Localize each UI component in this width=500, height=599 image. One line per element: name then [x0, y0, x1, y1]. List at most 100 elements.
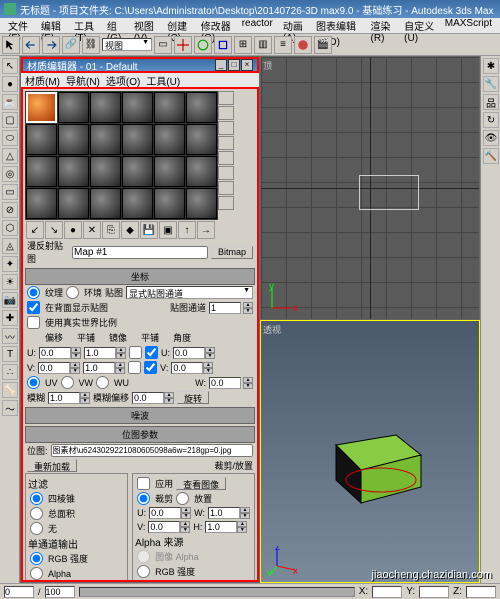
spacewarp-icon[interactable]: 〜: [2, 400, 18, 416]
modify-panel-icon[interactable]: 🔧: [483, 76, 499, 92]
sample-slot-22[interactable]: [122, 188, 153, 219]
sample-slot-20[interactable]: [58, 188, 89, 219]
light-icon[interactable]: ☀: [2, 274, 18, 290]
sample-slot-17[interactable]: [154, 156, 185, 187]
u-angle-input[interactable]: [173, 347, 205, 359]
make-copy-icon[interactable]: ⎘: [102, 221, 120, 239]
tube-icon[interactable]: ⊘: [2, 202, 18, 218]
sample-slot-15[interactable]: [90, 156, 121, 187]
undo-icon[interactable]: [22, 36, 40, 54]
blur-offset-input[interactable]: [132, 392, 164, 404]
menu-file[interactable]: 文件(F): [4, 18, 35, 33]
alpha-rgb-radio[interactable]: [137, 565, 150, 578]
pyramid-icon[interactable]: ◬: [2, 238, 18, 254]
menu-group[interactable]: 组(G): [103, 18, 128, 33]
sphere-icon[interactable]: ●: [2, 76, 18, 92]
minimize-button[interactable]: _: [215, 59, 227, 71]
sample-slot-1[interactable]: [26, 92, 57, 123]
wireframe-box[interactable]: [359, 175, 419, 210]
mono-alpha-radio[interactable]: [30, 567, 43, 580]
timeline-slider[interactable]: [79, 587, 355, 597]
menu-edit[interactable]: 编辑(E): [37, 18, 68, 33]
put-to-library-icon[interactable]: 💾: [140, 221, 158, 239]
mat-menu-navigate[interactable]: 导航(N): [66, 73, 100, 87]
show-end-result-icon[interactable]: ▣: [159, 221, 177, 239]
create-panel-icon[interactable]: ✱: [483, 58, 499, 74]
selection-filter-dropdown[interactable]: 视图: [102, 38, 152, 51]
wu-radio[interactable]: [96, 376, 109, 389]
timeline-start-input[interactable]: [4, 586, 34, 598]
snap-icon[interactable]: ⊞: [234, 36, 252, 54]
rotate-button[interactable]: 旋转: [177, 391, 209, 404]
menu-create[interactable]: 创建(C): [163, 18, 195, 33]
blur-input[interactable]: [48, 392, 80, 404]
unlink-icon[interactable]: ⛓: [82, 36, 100, 54]
sample-slot-3[interactable]: [90, 92, 121, 123]
align-icon[interactable]: ≡: [274, 36, 292, 54]
filter-pyramid-radio[interactable]: [30, 492, 43, 505]
menu-graph[interactable]: 图表编辑器(D): [312, 18, 365, 33]
perspective-viewport[interactable]: 透视 xyz: [260, 320, 480, 584]
bone-icon[interactable]: 🦴: [2, 382, 18, 398]
crop-h-input[interactable]: [205, 521, 237, 533]
uv-tiling-icon[interactable]: [218, 136, 234, 150]
put-to-scene-icon[interactable]: ↘: [45, 221, 63, 239]
sample-slot-14[interactable]: [58, 156, 89, 187]
preview-icon[interactable]: [218, 166, 234, 180]
mat-menu-options[interactable]: 选项(O): [106, 73, 140, 87]
crop-v-input[interactable]: [148, 521, 180, 533]
render-icon[interactable]: 🎬: [314, 36, 332, 54]
options-icon[interactable]: [218, 181, 234, 195]
link-icon[interactable]: 🔗: [62, 36, 80, 54]
spline-icon[interactable]: 〰: [2, 328, 18, 344]
maximize-button[interactable]: □: [228, 59, 240, 71]
assign-to-selection-icon[interactable]: ●: [64, 221, 82, 239]
move-icon[interactable]: [174, 36, 192, 54]
menu-customize[interactable]: 自定义(U): [400, 18, 439, 33]
coord-y-input[interactable]: [419, 586, 449, 598]
sample-slot-23[interactable]: [154, 188, 185, 219]
map-type-button[interactable]: Bitmap: [211, 246, 253, 259]
select-by-mat-icon[interactable]: [218, 196, 234, 210]
uv-radio[interactable]: [27, 376, 40, 389]
u-mirror-checkbox[interactable]: [129, 346, 142, 359]
sample-slot-8[interactable]: [58, 124, 89, 155]
menu-modifiers[interactable]: 修改器(O): [197, 18, 236, 33]
map-name-input[interactable]: [72, 246, 208, 259]
cone-icon[interactable]: △: [2, 148, 18, 164]
menu-reactor[interactable]: reactor: [238, 18, 277, 33]
coord-z-input[interactable]: [466, 586, 496, 598]
video-check-icon[interactable]: [218, 151, 234, 165]
box-icon[interactable]: ▢: [2, 112, 18, 128]
filter-none-radio[interactable]: [30, 522, 43, 535]
motion-panel-icon[interactable]: ↻: [483, 112, 499, 128]
camera-icon[interactable]: 📷: [2, 292, 18, 308]
real-world-checkbox[interactable]: [27, 316, 40, 329]
sample-slot-2[interactable]: [58, 92, 89, 123]
menu-tools[interactable]: 工具(T): [70, 18, 101, 33]
sample-slot-11[interactable]: [154, 124, 185, 155]
v-offset-input[interactable]: [38, 362, 70, 374]
text-icon[interactable]: T: [2, 346, 18, 362]
menu-animation[interactable]: 动画(A): [279, 18, 310, 33]
show-back-checkbox[interactable]: [27, 301, 40, 314]
timeline-end-input[interactable]: [45, 586, 75, 598]
view-image-button[interactable]: 查看图像: [176, 477, 226, 490]
teapot-icon[interactable]: ☕: [2, 94, 18, 110]
u-tile-checkbox[interactable]: [145, 346, 158, 359]
display-panel-icon[interactable]: 👁: [483, 130, 499, 146]
w-angle-input[interactable]: [209, 377, 241, 389]
sample-slot-21[interactable]: [90, 188, 121, 219]
apply-crop-checkbox[interactable]: [137, 477, 150, 490]
select-arrow-icon[interactable]: [2, 36, 20, 54]
top-viewport[interactable]: 顶 xy: [260, 56, 480, 320]
crop-radio[interactable]: [137, 492, 150, 505]
background-icon[interactable]: [218, 121, 234, 135]
v-tile-checkbox[interactable]: [144, 361, 157, 374]
place-radio[interactable]: [176, 492, 189, 505]
make-unique-icon[interactable]: ◆: [121, 221, 139, 239]
mirror-icon[interactable]: ▥: [254, 36, 272, 54]
noise-rollout-header[interactable]: 噪波: [25, 407, 255, 424]
v-angle-input[interactable]: [171, 362, 203, 374]
texture-radio[interactable]: [27, 286, 40, 299]
